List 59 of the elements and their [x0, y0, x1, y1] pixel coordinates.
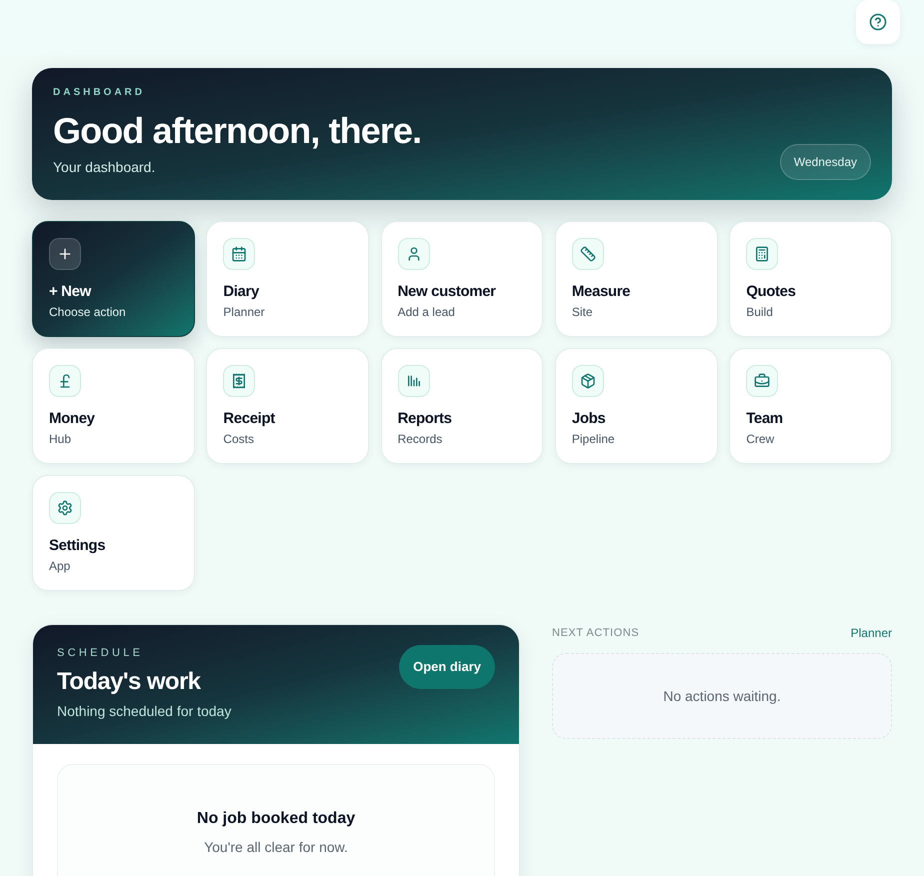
- settings-icon: [49, 492, 81, 524]
- calculator-icon: [746, 238, 778, 270]
- card-subtitle: Build: [746, 304, 773, 320]
- action-card[interactable]: Money Hub: [32, 348, 195, 464]
- box-icon: [572, 365, 604, 397]
- action-card[interactable]: Diary Planner: [206, 221, 370, 337]
- receipt-icon: [223, 365, 256, 397]
- bar-chart-icon: [398, 365, 430, 397]
- action-card[interactable]: Settings App: [32, 475, 195, 591]
- action-card[interactable]: Quotes Build: [729, 221, 892, 337]
- day-badge: Wednesday: [780, 144, 871, 180]
- action-card[interactable]: + New Choose action: [32, 221, 195, 337]
- card-subtitle: Records: [398, 431, 442, 447]
- pound-sign-icon: [49, 365, 81, 397]
- card-subtitle: Hub: [49, 431, 72, 447]
- card-title: Diary: [223, 282, 259, 302]
- card-title: Receipt: [223, 409, 275, 429]
- schedule-eyebrow: SCHEDULE: [57, 646, 144, 661]
- ruler-icon: [572, 238, 604, 270]
- hero-title: Good afternoon, there.: [53, 111, 422, 151]
- card-subtitle: Add a lead: [398, 304, 455, 320]
- card-subtitle: Crew: [746, 431, 774, 447]
- card-title: Money: [49, 409, 95, 429]
- planner-link[interactable]: Planner: [850, 625, 892, 641]
- help-button[interactable]: [856, 0, 900, 44]
- card-subtitle: Planner: [223, 304, 265, 320]
- schedule-title: Today's work: [57, 667, 200, 697]
- hero-eyebrow: DASHBOARD: [53, 86, 145, 100]
- card-subtitle: App: [49, 558, 70, 574]
- card-subtitle: Costs: [223, 431, 254, 447]
- empty-state-text: You're all clear for now.: [204, 838, 348, 857]
- card-title: Reports: [398, 409, 452, 429]
- card-subtitle: Site: [572, 304, 593, 320]
- card-title: New customer: [398, 282, 496, 302]
- schedule-subtitle: Nothing scheduled for today: [57, 702, 232, 721]
- card-title: Settings: [49, 536, 106, 556]
- card-title: Jobs: [572, 409, 606, 429]
- briefcase-icon: [746, 365, 778, 397]
- card-title: Team: [746, 409, 783, 429]
- open-diary-button[interactable]: Open diary: [399, 645, 495, 689]
- action-card[interactable]: Jobs Pipeline: [554, 348, 718, 464]
- card-subtitle: Pipeline: [572, 431, 615, 447]
- next-actions-heading: NEXT ACTIONS: [552, 626, 640, 641]
- hero-subtitle: Your dashboard.: [53, 158, 156, 177]
- action-card[interactable]: New customer Add a lead: [380, 221, 544, 337]
- help-icon: [869, 13, 887, 31]
- person-icon: [398, 238, 430, 270]
- action-card[interactable]: Team Crew: [729, 348, 892, 464]
- card-subtitle: Choose action: [49, 304, 126, 320]
- card-title: Measure: [572, 282, 630, 302]
- card-title: + New: [49, 282, 91, 302]
- action-card[interactable]: Reports Records: [380, 348, 544, 464]
- action-card[interactable]: Measure Site: [554, 221, 718, 337]
- calendar-icon: [223, 238, 256, 270]
- empty-state-title: No job booked today: [196, 809, 356, 829]
- empty-actions-text: No actions waiting.: [663, 687, 781, 706]
- card-title: Quotes: [746, 282, 796, 302]
- action-card[interactable]: Receipt Costs: [206, 348, 370, 464]
- plus-icon: [49, 238, 81, 270]
